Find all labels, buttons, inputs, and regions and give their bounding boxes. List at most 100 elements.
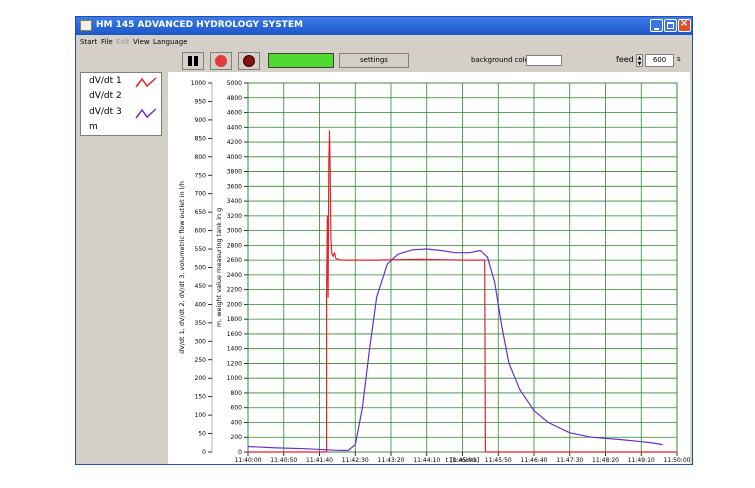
- menu-start[interactable]: Start: [80, 38, 97, 46]
- y-tick-label-left: 900: [195, 117, 207, 124]
- y-tick-label-right: 2000: [227, 301, 242, 308]
- y-tick-label-left: 350: [195, 320, 207, 327]
- application-window: HM 145 ADVANCED HYDROLOGY SYSTEM × Start…: [75, 16, 693, 465]
- y-tick-label-right: 1600: [227, 331, 242, 338]
- y-tick-label-right: 600: [231, 405, 243, 412]
- y-tick-label-left: 500: [195, 265, 207, 272]
- y-tick-label-right: 3200: [227, 213, 242, 220]
- y-tick-label-right: 200: [231, 434, 243, 441]
- y-tick-label-left: 550: [195, 246, 207, 253]
- y-tick-label-right: 3600: [227, 183, 242, 190]
- x-tick-label: 11:43:20: [378, 457, 405, 464]
- y-tick-label-right: 1800: [227, 316, 242, 323]
- x-tick-label: 11:40:50: [270, 457, 297, 464]
- y-tick-label-right: 1000: [227, 375, 242, 382]
- legend-label-dvdt3: dV/dt 3: [89, 107, 122, 117]
- legend-label-dvdt2: dV/dt 2: [89, 91, 122, 101]
- x-axis-label: t [h:min:s]: [446, 456, 480, 464]
- x-tick-label: 11:42:30: [342, 457, 369, 464]
- x-tick-label: 11:41:40: [306, 457, 333, 464]
- menu-bar: Start File Edit View Language: [76, 36, 692, 48]
- feed-label: feed: [616, 55, 634, 64]
- feed-spinner[interactable]: ▲ ▼: [636, 54, 643, 67]
- legend-line-dvdt3-icon: [135, 108, 157, 119]
- y-tick-label-right: 0: [238, 449, 242, 456]
- y-tick-label-right: 2600: [227, 257, 242, 264]
- y-axis-label-right: m, weight value measuring tank in g: [215, 208, 223, 327]
- y-tick-label-left: 700: [195, 191, 207, 198]
- legend-line-dvdt1-icon: [135, 77, 157, 88]
- y-tick-label-left: 50: [198, 431, 206, 438]
- y-tick-label-right: 3800: [227, 169, 242, 176]
- minimize-button[interactable]: [650, 19, 663, 32]
- y-tick-label-left: 850: [195, 135, 207, 142]
- y-tick-label-left: 950: [195, 98, 207, 105]
- record-led-icon: [215, 55, 227, 67]
- y-tick-label-right: 4600: [227, 110, 242, 117]
- x-tick-label: 11:47:30: [556, 457, 583, 464]
- y-tick-label-right: 1400: [227, 346, 242, 353]
- menu-language[interactable]: Language: [153, 38, 188, 46]
- y-tick-label-right: 4000: [227, 154, 242, 161]
- record-button[interactable]: [210, 52, 232, 70]
- menu-view[interactable]: View: [133, 38, 150, 46]
- menu-file[interactable]: File: [101, 38, 113, 46]
- y-tick-label-left: 100: [195, 412, 207, 419]
- flow-chart[interactable]: 0200400600800100012001400160018002000220…: [168, 72, 690, 464]
- legend-label-m: m: [89, 122, 98, 132]
- background-color-label: background color: [471, 56, 532, 64]
- pause-button[interactable]: [182, 52, 204, 70]
- settings-button[interactable]: settings: [339, 53, 409, 68]
- y-tick-label-left: 200: [195, 375, 207, 382]
- y-tick-label-left: 1000: [191, 80, 206, 87]
- maximize-icon: [667, 22, 674, 29]
- status-progress-bar: [268, 53, 334, 68]
- feed-input[interactable]: 600: [645, 54, 674, 67]
- title-bar[interactable]: HM 145 ADVANCED HYDROLOGY SYSTEM ×: [76, 17, 692, 35]
- y-tick-label-right: 2800: [227, 242, 242, 249]
- y-tick-label-left: 800: [195, 154, 207, 161]
- legend-label-dvdt1: dV/dt 1: [89, 76, 122, 86]
- maximize-button[interactable]: [664, 19, 677, 32]
- y-tick-label-right: 4800: [227, 95, 242, 102]
- y-tick-label-right: 2200: [227, 287, 242, 294]
- y-tick-label-right: 3400: [227, 198, 242, 205]
- x-tick-label: 11:50:00: [664, 457, 690, 464]
- plot-legend[interactable]: dV/dt 1 dV/dt 2 dV/dt 3 m: [80, 72, 162, 136]
- y-tick-label-right: 800: [231, 390, 243, 397]
- menu-edit[interactable]: Edit: [116, 38, 130, 46]
- stop-led-icon: [243, 55, 255, 67]
- background-color-picker[interactable]: [526, 55, 562, 66]
- y-tick-label-right: 2400: [227, 272, 242, 279]
- y-tick-label-right: 1200: [227, 360, 242, 367]
- x-tick-label: 11:46:40: [521, 457, 548, 464]
- toolbar: settings background color feed ▲ ▼ 600 s: [76, 49, 692, 71]
- x-tick-label: 11:48:20: [592, 457, 619, 464]
- feed-unit: s: [677, 55, 681, 63]
- x-tick-label: 11:49:10: [628, 457, 655, 464]
- stop-led-button[interactable]: [238, 52, 260, 70]
- y-tick-label-left: 250: [195, 357, 207, 364]
- y-tick-label-left: 750: [195, 172, 207, 179]
- y-tick-label-right: 4400: [227, 124, 242, 131]
- y-tick-label-right: 400: [231, 419, 243, 426]
- y-tick-label-left: 0: [202, 449, 206, 456]
- y-axis-label-left: dV/dt 1, dV/dt 2, dV/dt 3, volumetric fl…: [178, 181, 186, 354]
- y-tick-label-right: 4200: [227, 139, 242, 146]
- close-icon: ×: [680, 18, 689, 29]
- y-tick-label-right: 5000: [227, 80, 242, 87]
- window-title: HM 145 ADVANCED HYDROLOGY SYSTEM: [96, 20, 303, 30]
- x-tick-label: 11:45:50: [485, 457, 512, 464]
- minimize-icon: [654, 28, 659, 30]
- close-button[interactable]: ×: [678, 18, 691, 32]
- y-tick-label-left: 600: [195, 228, 207, 235]
- app-icon: [80, 20, 92, 31]
- x-tick-label: 11:44:10: [413, 457, 440, 464]
- y-tick-label-left: 450: [195, 283, 207, 290]
- y-tick-label-left: 150: [195, 394, 207, 401]
- y-tick-label-right: 3000: [227, 228, 242, 235]
- y-tick-label-left: 400: [195, 301, 207, 308]
- y-tick-label-left: 650: [195, 209, 207, 216]
- y-tick-label-left: 300: [195, 338, 207, 345]
- x-tick-label: 11:40:00: [235, 457, 262, 464]
